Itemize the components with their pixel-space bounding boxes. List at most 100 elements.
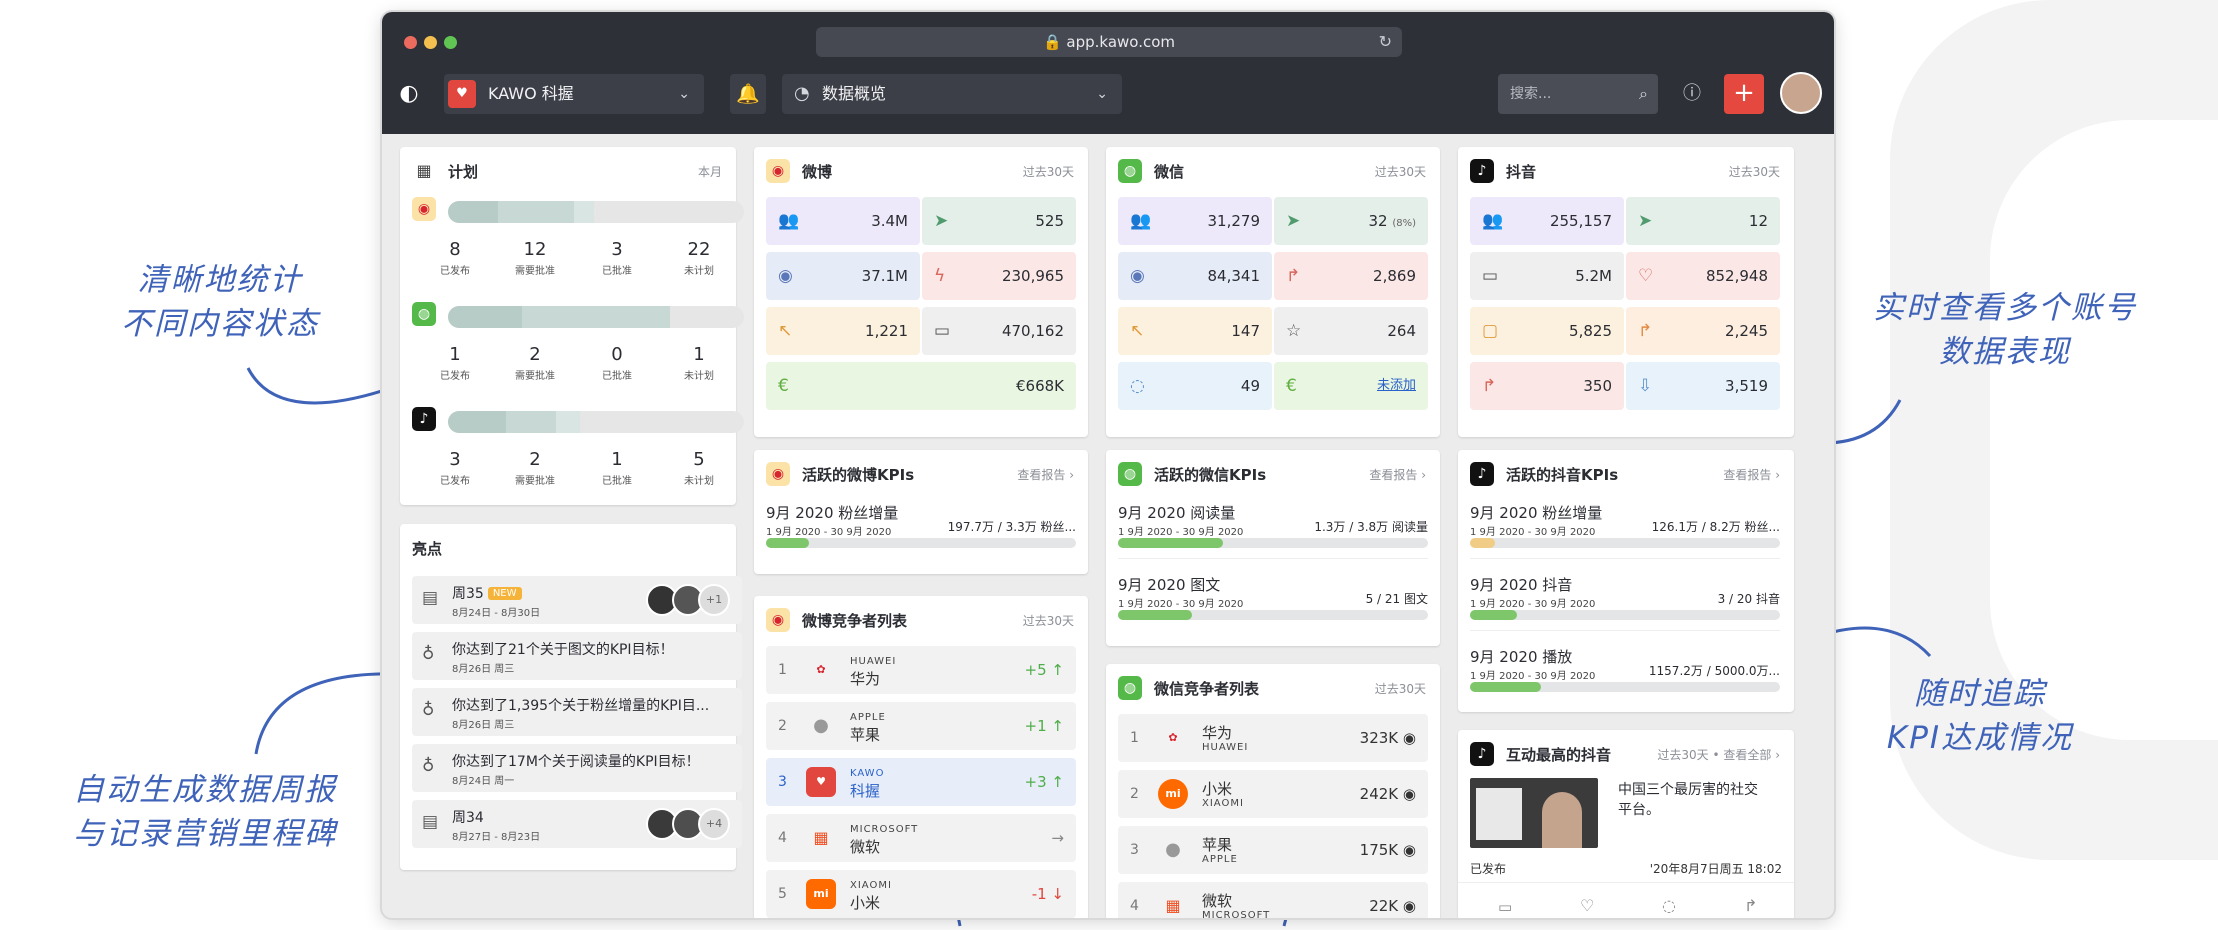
video-icon: ▭	[934, 321, 951, 341]
competitor-row[interactable]: 3 ● 苹果 APPLE 175K ◉	[1118, 826, 1428, 874]
thumbnail-card	[1476, 788, 1522, 840]
minimize-dot[interactable]	[424, 36, 437, 49]
reload-icon[interactable]: ↻	[1379, 27, 1392, 57]
share-icon: ↱	[1638, 321, 1653, 341]
view-report-link[interactable]: 查看报告 ›	[1017, 466, 1074, 483]
metric-clicks[interactable]: ↖ 147	[1118, 307, 1272, 355]
workspace-selector[interactable]: ♥ KAWO 科握 ⌄	[444, 74, 704, 114]
video-thumbnail[interactable]	[1470, 778, 1598, 848]
metric-shares[interactable]: ↱ 2,869	[1274, 252, 1428, 300]
metric-value[interactable]: € €668K	[766, 362, 1076, 410]
highlight-kpi-2[interactable]: ♁ 你达到了1,395个关于粉丝增量的KPI目... 8月26日 周三	[412, 688, 742, 736]
metric-video-views[interactable]: ▭ 470,162	[922, 307, 1076, 355]
eye-icon: ◉	[1402, 897, 1416, 915]
stat-needs-approval: 2 需要批准	[515, 449, 555, 487]
not-added-link[interactable]: 未添加	[1377, 362, 1416, 410]
metric-shares[interactable]: ↱ 2,245	[1626, 307, 1780, 355]
search-icon: ⌕	[1639, 84, 1648, 103]
apple-logo-icon: ●	[1165, 839, 1181, 860]
highlight-kpi-3[interactable]: ♁ 你达到了17M个关于阅读量的KPI目标！ 8月24日 周一	[412, 744, 742, 792]
metric-engagement[interactable]: ϟ 230,965	[922, 252, 1076, 300]
browser-window: 🔒 app.kawo.com ↻ ◐ ♥ KAWO 科握 ⌄ 🔔 ◔ 数据概览 …	[382, 12, 1834, 918]
metric-favorites[interactable]: ☆ 264	[1274, 307, 1428, 355]
competitor-row[interactable]: 4 ▦ MICROSOFT 微软 →	[766, 814, 1076, 862]
highlights-card: 亮点 ▤ 周35 NEW 8月24日 - 8月30日 +1 ♁ 你达到了21个关于…	[400, 524, 742, 870]
kawo-logo-icon: ♥	[806, 767, 836, 797]
plan-title: 计划	[448, 163, 479, 181]
lightning-icon: ϟ	[934, 266, 946, 286]
metric-downloads[interactable]: ⇩ 3,519	[1626, 362, 1780, 410]
highlight-week-35[interactable]: ▤ 周35 NEW 8月24日 - 8月30日 +1	[412, 576, 742, 624]
euro-icon: €	[1286, 376, 1297, 396]
share-icon: ↱	[1482, 376, 1497, 396]
add-button[interactable]: +	[1724, 74, 1764, 114]
metric-followers[interactable]: 👥 255,157	[1470, 197, 1624, 245]
wechat-period[interactable]: 过去30天	[1375, 163, 1426, 180]
metric-posts[interactable]: ➤ 32 (8%)	[1274, 197, 1428, 245]
metric-plays[interactable]: ▭ 5.2M	[1470, 252, 1624, 300]
document-icon: ▤	[422, 588, 439, 608]
competitor-row[interactable]: 1 ✿ 华为 HUAWEI 323K ◉	[1118, 714, 1428, 762]
weibo-icon: ◉	[766, 608, 790, 632]
metric-posts[interactable]: ➤ 525	[922, 197, 1076, 245]
metric-comments[interactable]: ▢ 5,825	[1470, 307, 1624, 355]
competitor-row-highlight[interactable]: 3 ♥ KAWO 科握 +3 ↑	[766, 758, 1076, 806]
metric-posts[interactable]: ➤ 12	[1626, 197, 1780, 245]
highlight-week-34[interactable]: ▤ 周34 8月27日 - 8月23日 +4	[412, 800, 742, 848]
metric-likes[interactable]: ♡ 852,948	[1626, 252, 1780, 300]
microsoft-logo-icon: ▦	[1165, 896, 1181, 915]
view-selector[interactable]: ◔ 数据概览 ⌄	[782, 74, 1122, 114]
kawo-logo-icon[interactable]: ◐	[394, 74, 424, 114]
address-bar[interactable]: 🔒 app.kawo.com ↻	[816, 27, 1402, 57]
send-icon: ➤	[934, 211, 949, 231]
metric-followers[interactable]: 👥 3.4M	[766, 197, 920, 245]
stat-published: 8 已发布	[440, 239, 470, 277]
view-all-link[interactable]: 过去30天 • 查看全部 ›	[1657, 746, 1780, 763]
workspace-avatar-icon: ♥	[448, 80, 476, 108]
metric-reads[interactable]: ◉ 84,341	[1118, 252, 1272, 300]
cursor-icon: ↖	[1130, 321, 1145, 341]
metric-comments[interactable]: ◌ 49	[1118, 362, 1272, 410]
chevron-down-icon: ⌄	[678, 86, 690, 102]
douyin-icon: ♪	[1470, 462, 1494, 486]
annotation-accounts: 实时查看多个账号 数据表现	[1873, 290, 2137, 370]
weibo-competitors-card: ◉ 微博竞争者列表 过去30天 1 ✿ HUAWEI 华为 +5 ↑ 2 ● APPLE 苹果…	[754, 596, 1088, 918]
competitor-row[interactable]: 5 mi XIAOMI 小米 -1 ↓	[766, 870, 1076, 918]
help-icon[interactable]: ⓘ	[1678, 74, 1706, 114]
competitor-row[interactable]: 2 mi 小米 XIAOMI 242K ◉	[1118, 770, 1428, 818]
view-report-link[interactable]: 查看报告 ›	[1369, 466, 1426, 483]
euro-icon: €	[778, 376, 789, 396]
douyin-period[interactable]: 过去30天	[1729, 163, 1780, 180]
view-report-link[interactable]: 查看报告 ›	[1723, 466, 1780, 483]
highlight-kpi-1[interactable]: ♁ 你达到了21个关于图文的KPI目标！ 8月26日 周三	[412, 632, 742, 680]
metric-followers[interactable]: 👥 31,279	[1118, 197, 1272, 245]
competitor-row[interactable]: 2 ● APPLE 苹果 +1 ↑	[766, 702, 1076, 750]
maximize-dot[interactable]	[444, 36, 457, 49]
competitor-row[interactable]: 1 ✿ HUAWEI 华为 +5 ↑	[766, 646, 1076, 694]
metric-views[interactable]: ◉ 37.1M	[766, 252, 920, 300]
xiaomi-logo-icon: mi	[806, 879, 836, 909]
weibo-period[interactable]: 过去30天	[1023, 163, 1074, 180]
stat-published: 1 已发布	[440, 344, 470, 382]
metric-reposts[interactable]: ↱ 350	[1470, 362, 1624, 410]
competitor-row[interactable]: 4 ▦ 微软 MICROSOFT 22K ◉	[1118, 882, 1428, 918]
send-icon: ➤	[1286, 211, 1301, 231]
douyin-top-card: ♪ 互动最高的抖音 过去30天 • 查看全部 › 中国三个最厉害的社交平台。 已…	[1458, 730, 1794, 918]
plan-period[interactable]: 本月	[698, 163, 722, 180]
metric-value[interactable]: € 未添加	[1274, 362, 1428, 410]
document-icon: ▤	[422, 812, 439, 832]
dashboard-gauge-icon: ◔	[794, 83, 810, 104]
close-dot[interactable]	[404, 36, 417, 49]
user-avatar[interactable]	[1780, 72, 1822, 114]
bell-icon[interactable]: 🔔	[730, 74, 766, 114]
chevron-down-icon: ⌄	[1096, 86, 1108, 102]
award-icon: ♁	[422, 756, 435, 776]
plan-progress-bar	[448, 411, 744, 433]
stat-unplanned: 5 未计划	[684, 449, 714, 487]
competitors-period[interactable]: 过去30天	[1023, 612, 1074, 629]
apple-logo-icon: ●	[813, 715, 829, 736]
search-input[interactable]: 搜索... ⌕	[1498, 74, 1658, 114]
wechat-kpi-card: ◍ 活跃的微信KPIs 查看报告 › 9月 2020 阅读量 1 9月 2020 …	[1106, 450, 1440, 646]
competitors-period[interactable]: 过去30天	[1375, 680, 1426, 697]
metric-clicks[interactable]: ↖ 1,221	[766, 307, 920, 355]
